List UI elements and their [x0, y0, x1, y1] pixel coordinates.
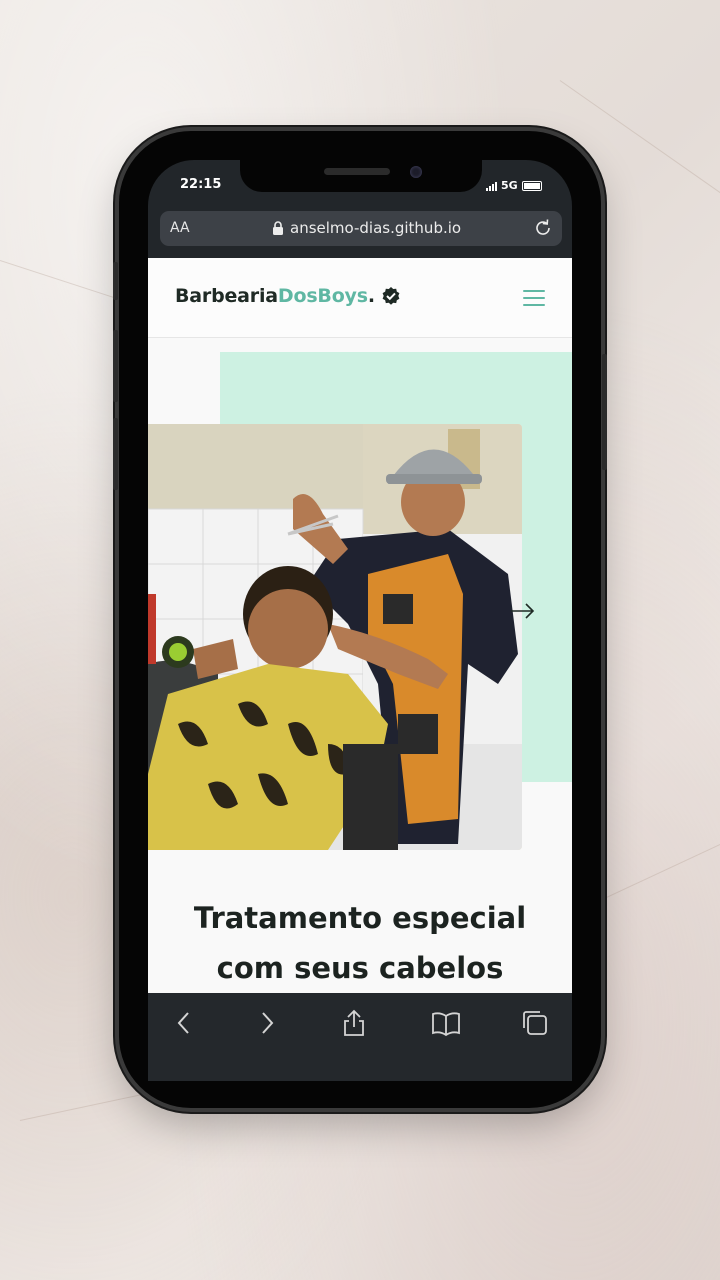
- book-icon[interactable]: [430, 1008, 462, 1038]
- volume-up-button: [113, 330, 118, 402]
- headline-line-2: com seus cabelos: [216, 951, 504, 985]
- web-page: Barbearia DosBoys. Tratamento especial c…: [148, 258, 572, 993]
- url-display[interactable]: anselmo-dias.github.io: [272, 219, 461, 237]
- hamburger-menu-icon[interactable]: [523, 290, 545, 306]
- lock-icon: [273, 221, 283, 235]
- power-button: [602, 354, 607, 470]
- hero-headline: Tratamento especial com seus cabelos: [148, 893, 572, 993]
- barber-photo-illustration: [148, 424, 522, 850]
- text-size-button[interactable]: AA: [170, 220, 190, 236]
- logo-primary: Barbearia: [175, 285, 278, 307]
- tabs-icon[interactable]: [520, 1008, 550, 1038]
- front-camera: [410, 166, 422, 178]
- network-type: 5G: [501, 179, 518, 192]
- chevron-right-icon[interactable]: [257, 1008, 277, 1038]
- volume-down-button: [113, 418, 118, 490]
- site-logo[interactable]: Barbearia DosBoys.: [175, 285, 401, 307]
- speaker: [324, 168, 390, 175]
- arrow-right-icon[interactable]: [510, 602, 536, 620]
- notch: [240, 160, 482, 192]
- chevron-left-icon[interactable]: [174, 1008, 194, 1038]
- status-indicators: 5G: [486, 179, 542, 192]
- share-icon[interactable]: [340, 1008, 368, 1038]
- address-bar[interactable]: AA anselmo-dias.github.io: [160, 211, 562, 246]
- marble-vein: [599, 840, 720, 901]
- reload-icon[interactable]: [532, 217, 554, 239]
- headline-line-1: Tratamento especial: [193, 901, 527, 935]
- url-text: anselmo-dias.github.io: [290, 219, 462, 237]
- mute-switch: [113, 262, 118, 300]
- logo-accent: DosBoys: [277, 285, 368, 307]
- signal-icon: [486, 181, 497, 191]
- battery-icon: [521, 180, 542, 191]
- hero-photo: [148, 424, 522, 850]
- status-time: 22:15: [180, 177, 222, 192]
- verified-badge-icon: [382, 287, 400, 305]
- site-header: Barbearia DosBoys.: [148, 258, 572, 338]
- logo-suffix: .: [367, 285, 375, 307]
